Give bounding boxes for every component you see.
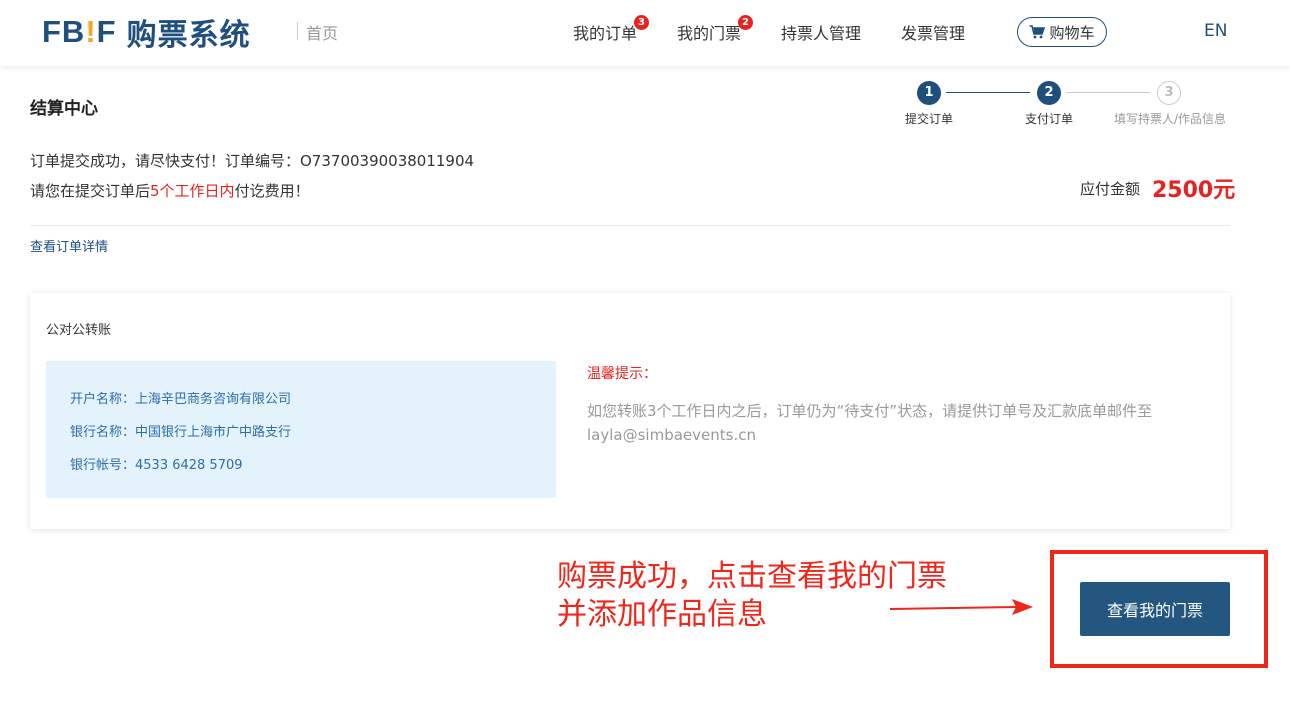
cart-button[interactable]: 购物车 xyxy=(1017,17,1107,47)
orders-count-badge: 3 xyxy=(634,15,650,30)
annotation-line-1: 购票成功，点击查看我的门票 xyxy=(557,559,947,594)
view-my-tickets-button[interactable]: 查看我的门票 xyxy=(1080,582,1230,636)
amount-due-value: 2500元 xyxy=(1152,178,1236,203)
amount-due-label: 应付金额 xyxy=(1080,180,1141,198)
bank-transfer-card: 公对公转账 开户名称：上海辛巴商务咨询有限公司 银行名称：中国银行上海市广中路支… xyxy=(30,293,1230,529)
view-order-details-link[interactable]: 查看订单详情 xyxy=(30,236,108,255)
step-1-label: 提交订单 xyxy=(905,112,954,126)
page-title: 结算中心 xyxy=(30,99,98,119)
bank-name: 银行名称：中国银行上海市广中路支行 xyxy=(70,425,292,440)
annotation-text: 购票成功，点击查看我的门票 并添加作品信息 xyxy=(557,558,947,634)
step-3-circle: 3 xyxy=(1157,81,1181,105)
payment-deadline-message: 请您在提交订单后5个工作日内付讫费用！ xyxy=(30,180,310,201)
transfer-method-title: 公对公转账 xyxy=(46,323,112,338)
nav-my-tickets[interactable]: 我的门票 2 xyxy=(677,15,754,44)
nav-invoice[interactable]: 发票管理 xyxy=(901,20,965,44)
account-number: 银行帐号：4533 6428 5709 xyxy=(70,458,243,473)
step-connector-1 xyxy=(946,92,1030,93)
fbif-logo[interactable]: FB!F 购票系统 xyxy=(42,12,251,53)
header-divider xyxy=(297,22,298,40)
logo-system-name: 购票系统 xyxy=(126,18,251,53)
tips-title: 温馨提示： xyxy=(587,366,657,382)
deadline-prefix: 请您在提交订单后 xyxy=(30,182,151,200)
cart-label: 购物车 xyxy=(1049,23,1095,42)
section-divider xyxy=(30,225,1230,226)
annotation-arrow-icon xyxy=(889,599,1033,615)
tips-text: 如您转账3个工作日内之后，订单仍为“待支付”状态，请提供订单号及汇款底单邮件至l… xyxy=(587,402,1153,444)
top-header: FB!F 购票系统 首页 我的订单 3 我的门票 2 持票人管理 发票管理 购物… xyxy=(0,0,1290,66)
nav-my-orders-label: 我的订单 xyxy=(573,24,638,43)
step-2-label: 支付订单 xyxy=(1025,112,1074,126)
home-link[interactable]: 首页 xyxy=(306,20,338,44)
nav-my-tickets-label: 我的门票 xyxy=(677,24,742,43)
logo-fbif-text: FB!F xyxy=(42,14,117,49)
account-name: 开户名称：上海辛巴商务咨询有限公司 xyxy=(70,392,292,407)
step-connector-2 xyxy=(1066,92,1150,93)
step-3-label: 填写持票人/作品信息 xyxy=(1114,112,1227,126)
deadline-suffix: 付讫费用！ xyxy=(234,182,310,200)
nav-my-orders[interactable]: 我的订单 3 xyxy=(573,15,650,44)
bank-account-info: 开户名称：上海辛巴商务咨询有限公司 银行名称：中国银行上海市广中路支行 银行帐号… xyxy=(46,361,556,498)
step-1-circle: 1 xyxy=(917,81,941,105)
step-2-circle: 2 xyxy=(1037,81,1061,105)
nav-ticket-holders[interactable]: 持票人管理 xyxy=(781,20,861,44)
cart-icon xyxy=(1029,25,1046,39)
order-success-message: 订单提交成功，请尽快支付！订单编号：O73700390038011904 xyxy=(30,152,475,170)
language-toggle[interactable]: EN xyxy=(1204,21,1227,41)
deadline-highlight: 5个工作日内 xyxy=(150,182,235,200)
checkout-progress: 1 2 3 提交订单 支付订单 填写持票人/作品信息 xyxy=(900,80,1235,130)
tickets-count-badge: 2 xyxy=(738,15,754,30)
